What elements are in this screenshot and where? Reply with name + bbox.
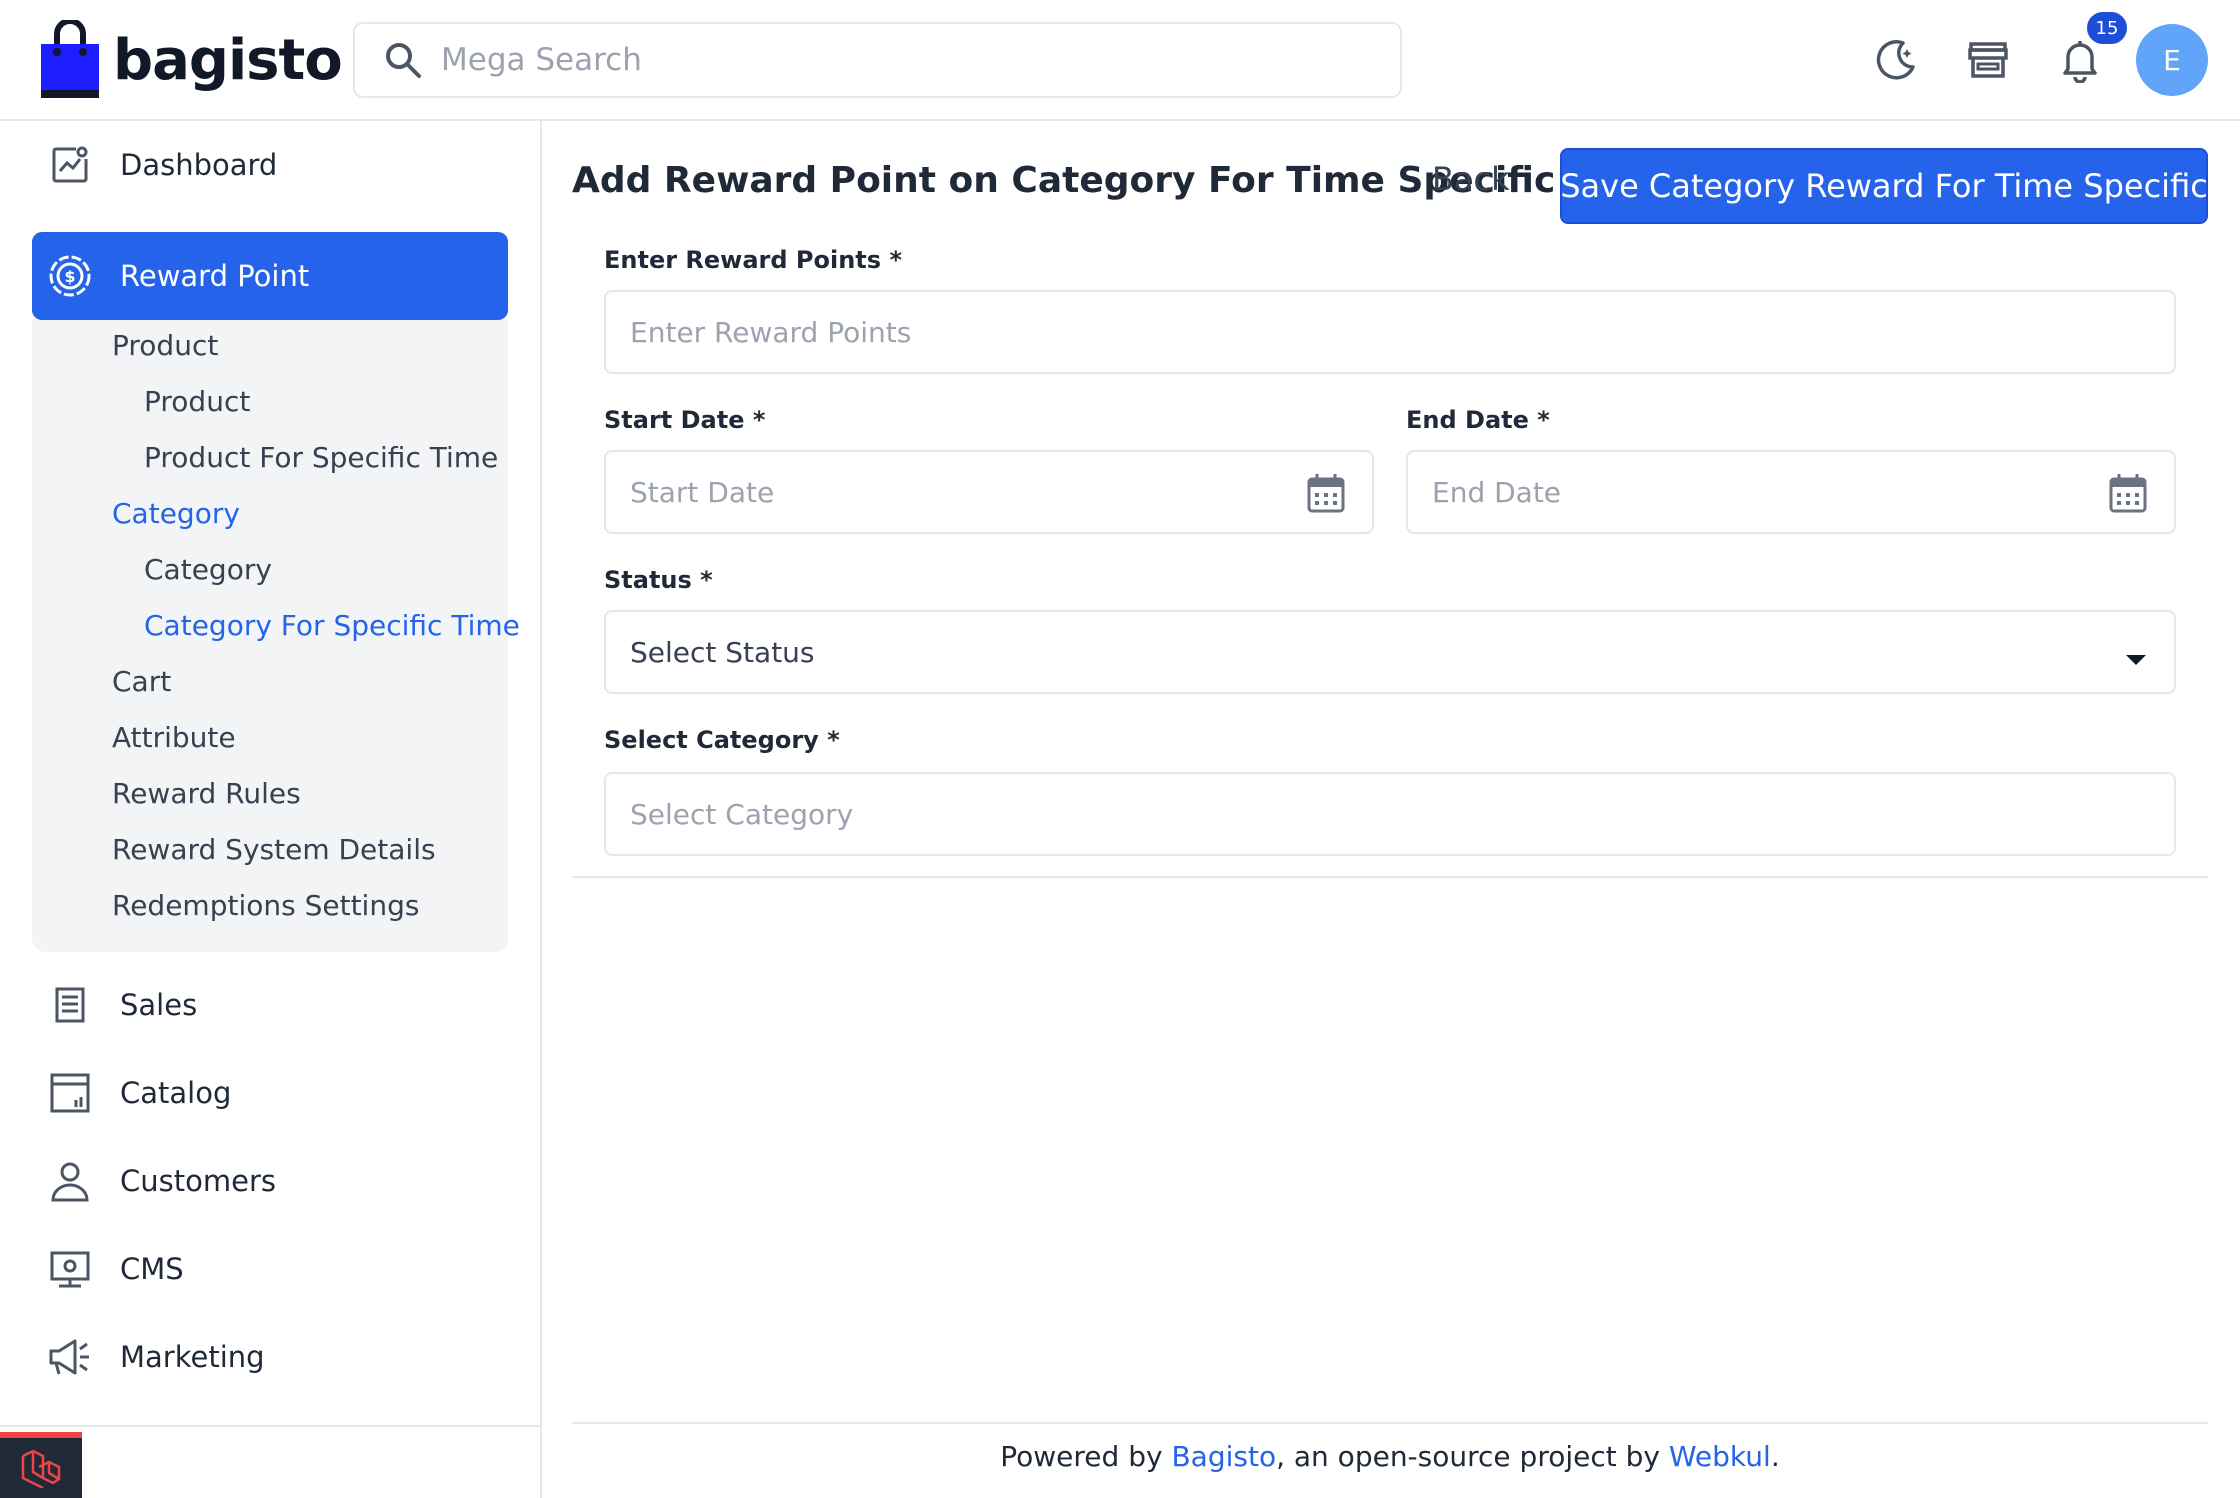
sidebar-item-label: Sales [120,988,198,1022]
form-divider [572,876,2208,878]
submenu-product-group[interactable]: Product [112,329,218,362]
bagisto-link[interactable]: Bagisto [1171,1440,1276,1473]
catalog-icon [44,1067,96,1119]
svg-text:$: $ [64,267,75,286]
footer-divider [572,1422,2208,1424]
submenu-redemptions-settings[interactable]: Redemptions Settings [112,889,419,922]
sidebar-item-label: Customers [120,1164,276,1198]
webkul-link[interactable]: Webkul [1669,1440,1771,1473]
sidebar-divider [0,1425,540,1427]
submenu-reward-system-details[interactable]: Reward System Details [112,833,436,866]
reward-points-input[interactable]: Enter Reward Points [604,290,2176,374]
submenu-category-specific-time[interactable]: Category For Specific Time [144,609,520,642]
debugbar-toggle[interactable] [0,1432,82,1498]
receipt-icon [44,979,96,1031]
submenu-category[interactable]: Category [144,553,272,586]
sidebar-item-label: Marketing [120,1340,265,1374]
sidebar-item-dashboard[interactable]: Dashboard [32,121,508,209]
top-header: bagisto 15 E [0,0,2240,121]
calendar-icon[interactable] [1306,472,1346,521]
status-select[interactable]: Select Status [604,610,2176,694]
sidebar-item-reward-point[interactable]: $ Reward Point [32,232,508,320]
sidebar-item-cms[interactable]: CMS [32,1225,508,1313]
submenu-attribute[interactable]: Attribute [112,721,236,754]
required-mark: * [827,726,840,754]
storefront-button[interactable] [1962,34,2014,86]
sidebar: Dashboard $ Reward Point Product Product… [0,121,542,1498]
sidebar-item-catalog[interactable]: Catalog [32,1049,508,1137]
back-button[interactable]: Back [1432,160,1510,198]
start-date-label: Start Date * [604,406,766,434]
search-icon [386,43,421,78]
logo-text: bagisto [113,28,343,93]
sidebar-item-sales[interactable]: Sales [32,961,508,1049]
megaphone-icon [44,1331,96,1383]
submenu-reward-rules[interactable]: Reward Rules [112,777,301,810]
submenu-cart[interactable]: Cart [112,665,171,698]
sidebar-item-label: CMS [120,1252,184,1286]
end-date-input[interactable]: End Date [1406,450,2176,534]
select-category-input[interactable]: Select Category [604,772,2176,856]
reward-point-submenu: Product Product Product For Specific Tim… [32,320,520,952]
shopping-bag-icon [41,20,99,98]
reward-points-label: Enter Reward Points * [604,246,902,274]
bagisto-logo[interactable]: bagisto [41,20,343,98]
required-mark: * [1537,406,1550,434]
dollar-coin-icon: $ [44,250,96,302]
calendar-icon[interactable] [2108,472,2148,521]
chevron-down-icon [2124,642,2148,675]
sidebar-item-label: Dashboard [120,148,278,182]
required-mark: * [752,406,766,434]
user-avatar[interactable]: E [2136,24,2208,96]
user-icon [44,1155,96,1207]
laravel-icon [21,1449,61,1488]
dark-mode-toggle[interactable] [1870,34,1922,86]
sidebar-item-label: Catalog [120,1076,232,1110]
required-mark: * [889,246,902,274]
end-date-label: End Date * [1406,406,1550,434]
footer: Powered by Bagisto, an open-source proje… [1000,1440,1780,1473]
status-label: Status * [604,566,713,594]
page-title: Add Reward Point on Category For Time Sp… [572,160,1556,201]
sidebar-item-marketing[interactable]: Marketing [32,1313,508,1401]
start-date-input[interactable]: Start Date [604,450,1374,534]
select-category-label: Select Category * [604,726,840,754]
dashboard-icon [44,139,96,191]
save-button[interactable]: Save Category Reward For Time Specific [1560,148,2208,224]
moon-icon [1876,40,1915,80]
store-icon [1968,42,2008,78]
monitor-icon [44,1243,96,1295]
sidebar-item-label: Reward Point [120,259,310,293]
mega-search[interactable] [353,22,1402,98]
search-input[interactable] [441,42,1341,78]
required-mark: * [700,566,713,594]
sidebar-item-customers[interactable]: Customers [32,1137,508,1225]
submenu-product-specific-time[interactable]: Product For Specific Time [144,441,498,474]
submenu-product[interactable]: Product [144,385,250,418]
submenu-category-group[interactable]: Category [112,497,240,530]
notification-count-badge: 15 [2084,9,2130,47]
